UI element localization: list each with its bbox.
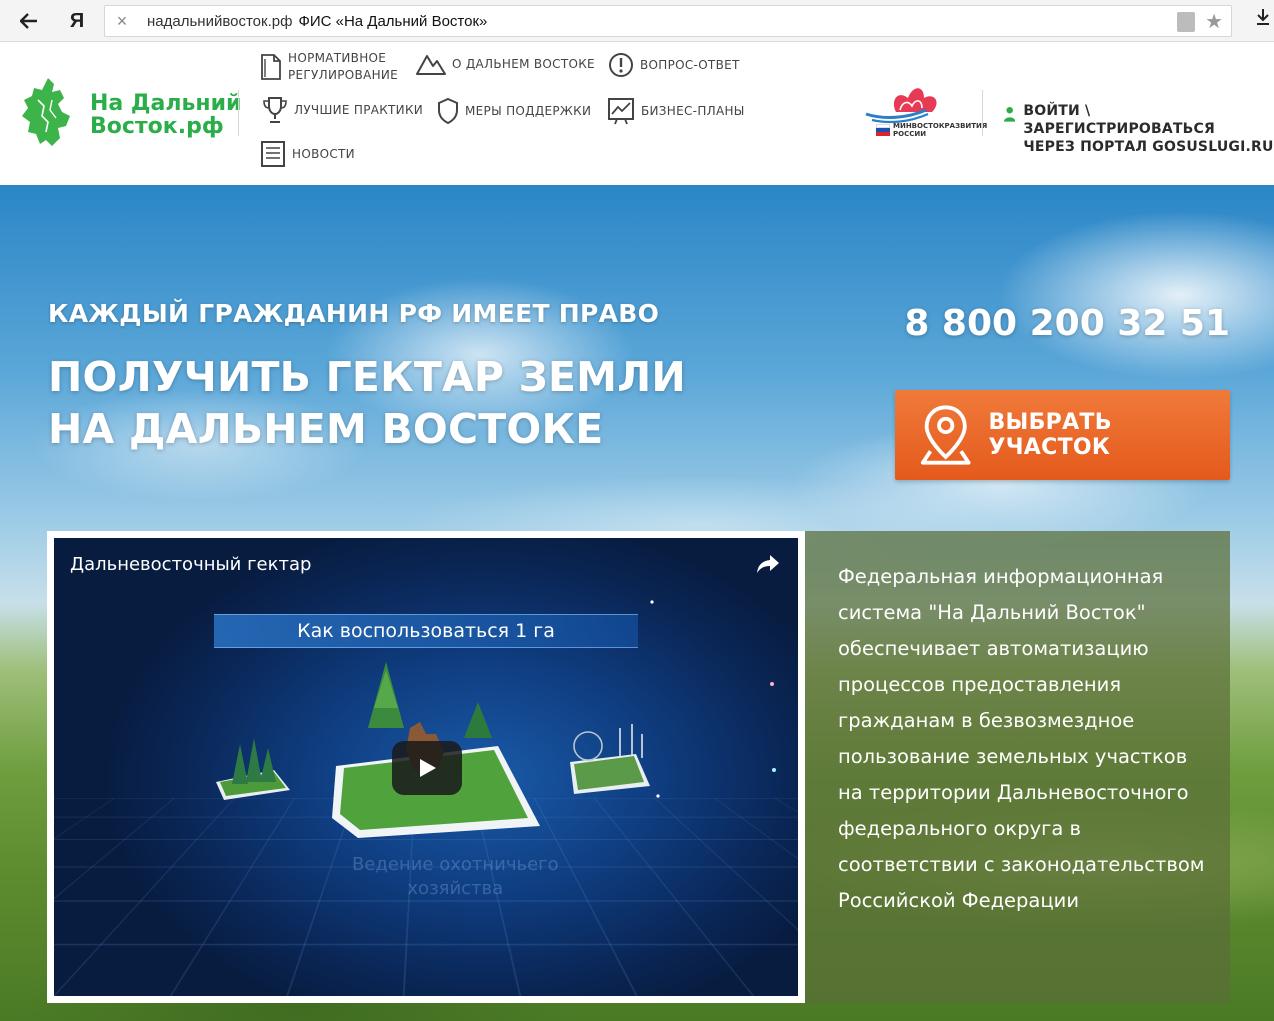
hero-title-line-2: НА ДАЛЬНЕМ ВОСТОКЕ bbox=[48, 405, 604, 453]
video-frame: Дальневосточный гектар Как воспользовать… bbox=[47, 531, 805, 1003]
document-icon bbox=[261, 54, 281, 80]
nav-faq[interactable]: ВОПРОС-ОТВЕТ bbox=[608, 52, 740, 78]
shield-icon bbox=[438, 97, 458, 125]
mountains-icon bbox=[416, 55, 446, 75]
download-icon[interactable] bbox=[1256, 8, 1270, 31]
brand-line-1: На Дальний bbox=[90, 91, 242, 116]
video-caption-ghost: Ведение охотничьего хозяйства bbox=[352, 853, 559, 901]
play-icon bbox=[420, 759, 436, 777]
info-panel: Федеральная информационная система "На Д… bbox=[805, 531, 1230, 1003]
nav-business[interactable]: БИЗНЕС-ПЛАНЫ bbox=[607, 97, 745, 125]
browser-toolbar: Я × надальнийвосток.рф ФИС «На Дальний Во… bbox=[0, 0, 1274, 42]
login-link[interactable]: ВОЙТИ \ ЗАРЕГИСТРИРОВАТЬСЯ ЧЕРЕЗ ПОРТАЛ … bbox=[1004, 102, 1274, 156]
choose-plot-button[interactable]: ВЫБРАТЬ УЧАСТОК bbox=[895, 390, 1230, 480]
brand-line-2: Восток.рф bbox=[90, 114, 224, 139]
url: надальнийвосток.рф bbox=[147, 13, 293, 30]
header-divider bbox=[238, 90, 239, 136]
hero-section: КАЖДЫЙ ГРАЖДАНИН РФ ИМЕЕТ ПРАВО ПОЛУЧИТЬ… bbox=[0, 185, 1274, 1021]
yandex-icon[interactable]: Я bbox=[62, 6, 92, 36]
nav-practices[interactable]: ЛУЧШИЕ ПРАКТИКИ bbox=[262, 96, 423, 124]
user-icon bbox=[1004, 106, 1016, 122]
nav-normative-label: НОРМАТИВНОЕ РЕГУЛИРОВАНИЕ bbox=[288, 51, 399, 82]
page-title: ФИС «На Дальний Восток» bbox=[298, 13, 488, 30]
bookmark-icon[interactable] bbox=[1177, 12, 1195, 32]
newspaper-icon bbox=[261, 141, 285, 167]
nav-support[interactable]: МЕРЫ ПОДДЕРЖКИ bbox=[437, 97, 591, 125]
ministry-line-1: МИНВОСТОКРАЗВИТИЯ bbox=[893, 122, 988, 130]
nav-faq-label: ВОПРОС-ОТВЕТ bbox=[640, 57, 740, 72]
choose-plot-label: ВЫБРАТЬ УЧАСТОК bbox=[988, 410, 1112, 460]
login-line-1: ВОЙТИ \ ЗАРЕГИСТРИРОВАТЬСЯ bbox=[1023, 103, 1215, 137]
hero-title-line-1: ПОЛУЧИТЬ ГЕКТАР ЗЕМЛИ bbox=[48, 353, 686, 401]
header-divider-right bbox=[982, 90, 983, 136]
address-text[interactable]: надальнийвосток.рф ФИС «На Дальний Восток… bbox=[147, 13, 487, 30]
nav-news-label: НОВОСТИ bbox=[292, 146, 355, 161]
back-arrow-icon[interactable] bbox=[14, 6, 44, 36]
map-pin-icon bbox=[920, 405, 971, 465]
ghost-line-1: Ведение охотничьего bbox=[352, 854, 559, 875]
nav-practices-label: ЛУЧШИЕ ПРАКТИКИ bbox=[294, 102, 424, 117]
video-player[interactable]: Дальневосточный гектар Как воспользовать… bbox=[54, 538, 798, 996]
hotline-phone[interactable]: 8 800 200 32 51 bbox=[904, 303, 1230, 344]
chart-icon bbox=[608, 98, 634, 125]
nav-about-label: О ДАЛЬНЕМ ВОСТОКЕ bbox=[452, 56, 595, 71]
play-button[interactable] bbox=[392, 741, 462, 795]
ministry-name: МИНВОСТОКРАЗВИТИЯ РОССИИ bbox=[893, 122, 987, 138]
brand-name[interactable]: На Дальний Восток.рф bbox=[90, 92, 241, 138]
close-icon[interactable]: × bbox=[111, 10, 133, 32]
nav-business-label: БИЗНЕС-ПЛАНЫ bbox=[641, 103, 745, 118]
trophy-icon bbox=[263, 97, 287, 123]
ministry-line-2: РОССИИ bbox=[893, 130, 927, 138]
nav-normative[interactable]: НОРМАТИВНОЕ РЕГУЛИРОВАНИЕ bbox=[260, 50, 399, 84]
hero-subtitle: КАЖДЫЙ ГРАЖДАНИН РФ ИМЕЕТ ПРАВО bbox=[48, 299, 660, 328]
ghost-line-2: хозяйства bbox=[407, 878, 504, 899]
exclamation-icon bbox=[609, 53, 633, 77]
site-header: На Дальний Восток.рф НОРМАТИВНОЕ РЕГУЛИР… bbox=[0, 42, 1274, 185]
address-bar[interactable]: × надальнийвосток.рф ФИС «На Дальний Вост… bbox=[104, 5, 1232, 37]
login-line-2: ЧЕРЕЗ ПОРТАЛ GOSUSLUGI.RU bbox=[1023, 139, 1274, 155]
hero-title: ПОЛУЧИТЬ ГЕКТАР ЗЕМЛИ НА ДАЛЬНЕМ ВОСТОКЕ bbox=[48, 351, 686, 455]
nav-support-label: МЕРЫ ПОДДЕРЖКИ bbox=[465, 103, 592, 118]
russia-flag-icon bbox=[876, 124, 890, 136]
nav-about[interactable]: О ДАЛЬНЕМ ВОСТОКЕ bbox=[416, 52, 595, 76]
star-icon[interactable]: ★ bbox=[1205, 9, 1223, 34]
nav-news[interactable]: НОВОСТИ bbox=[260, 140, 355, 168]
far-east-map-logo-icon[interactable] bbox=[18, 76, 76, 148]
info-description: Федеральная информационная система "На Д… bbox=[838, 565, 1205, 912]
